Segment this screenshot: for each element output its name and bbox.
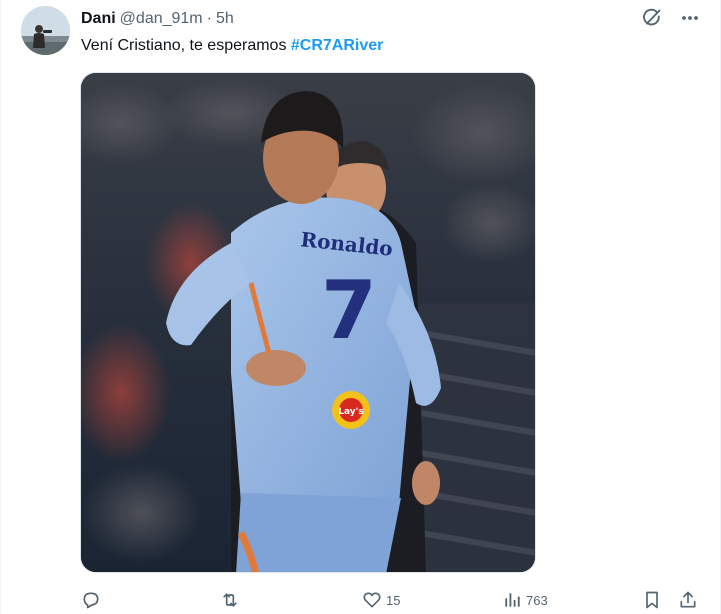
header-separator: · bbox=[206, 10, 212, 27]
tweet-text: Vení Cristiano, te esperamos #CR7ARiver bbox=[81, 35, 383, 57]
tweet-body: Vení Cristiano, te esperamos bbox=[81, 37, 291, 54]
tweet-header: Dani @dan_91m · 5h bbox=[81, 8, 234, 30]
tweet-action-bar: 15 763 bbox=[79, 588, 703, 614]
more-icon[interactable] bbox=[678, 6, 702, 30]
reply-button[interactable] bbox=[81, 588, 105, 612]
retweet-icon bbox=[223, 593, 237, 607]
grok-icon[interactable] bbox=[640, 6, 664, 30]
share-icon bbox=[680, 591, 696, 608]
like-button[interactable]: 15 bbox=[362, 588, 400, 612]
views-button[interactable]: 763 bbox=[502, 588, 548, 612]
share-button[interactable] bbox=[678, 588, 698, 612]
tweet-timestamp[interactable]: 5h bbox=[216, 10, 234, 28]
retweet-button[interactable] bbox=[219, 588, 245, 612]
tweet-top-actions bbox=[640, 6, 702, 30]
views-count: 763 bbox=[526, 592, 548, 608]
bookmark-icon bbox=[646, 591, 658, 609]
tweet-card[interactable]: Dani @dan_91m · 5h Vení Cristiano, te es… bbox=[0, 0, 721, 614]
avatar[interactable] bbox=[21, 6, 70, 55]
author-handle[interactable]: @dan_91m bbox=[120, 10, 203, 28]
reply-icon bbox=[83, 592, 99, 609]
jersey-number: 7 bbox=[321, 264, 377, 357]
like-count: 15 bbox=[386, 592, 401, 608]
author-display-name[interactable]: Dani bbox=[81, 10, 116, 28]
bookmark-button[interactable] bbox=[642, 588, 662, 612]
hashtag-link[interactable]: #CR7ARiver bbox=[291, 37, 383, 54]
sponsor-patch: Lay's bbox=[338, 407, 364, 417]
tweet-photo[interactable]: Ronaldo 7 Lay's bbox=[80, 72, 536, 573]
views-icon bbox=[505, 593, 520, 607]
heart-icon bbox=[363, 592, 381, 608]
